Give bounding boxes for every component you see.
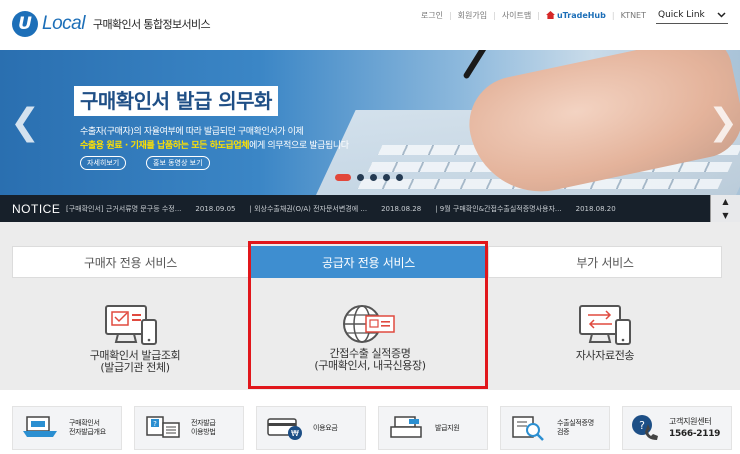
service-own-data-transfer[interactable]: 자사자료전송 (555, 350, 655, 362)
quick-link-line1: 고객지원센터 (669, 417, 712, 426)
quick-link-line1: 구매확인서 (69, 419, 100, 427)
divider: | (493, 10, 496, 20)
banner-text-line2: 수출용 원료 · 기재를 납품하는 모든 하도급업체에게 의무적으로 발급됩니다 (80, 138, 349, 151)
quick-link-customer-center[interactable]: ? 고객지원센터 1566-2119 (622, 406, 732, 450)
printer-icon (390, 416, 422, 438)
phone-help-icon: ? (632, 415, 658, 440)
banner-text-rest: 에게 의무적으로 발급됩니다 (249, 141, 349, 151)
ktnet-link[interactable]: KTNET (621, 11, 646, 20)
quick-link-line2: 전자발급개요 (69, 428, 106, 436)
notice-item[interactable]: | 9월 구매확인&간접수출실적증명사용자... 2018.08.20 (435, 204, 616, 214)
notice-date: 2018.08.28 (381, 204, 422, 213)
logo-text: Local (42, 13, 85, 34)
tab-additional-services[interactable]: 부가 서비스 (488, 246, 722, 278)
banner-title: 구매확인서 발급 의무화 (74, 86, 278, 116)
slide-dot-2[interactable] (357, 174, 364, 181)
customer-center-phone: 1566-2119 (669, 429, 721, 439)
service-purchase-confirm-inquiry[interactable]: 구매확인서 발급조회 (발급기관 전체) (60, 350, 210, 374)
monitor-phone-icon (105, 305, 157, 345)
home-icon (546, 11, 555, 19)
notice-date: 2018.09.05 (195, 204, 236, 213)
tab-buyer-services[interactable]: 구매자 전용 서비스 (12, 246, 249, 278)
quick-links-bar: 구매확인서 전자발급개요 ? 전자발급 이용방법 ₩ 이용요금 발급지원 수출실… (0, 390, 740, 454)
quick-link-line1: 이용요금 (313, 423, 338, 432)
detail-button[interactable]: 자세히보기 (80, 156, 127, 170)
header: U Local 구매확인서 통합정보서비스 로그인 | 회원가입 | 사이트맵 … (0, 0, 740, 50)
chevron-down-icon (717, 11, 726, 18)
document-stack-icon (23, 416, 57, 437)
quick-link-text: 구매확인서 전자발급개요 (69, 419, 106, 437)
prev-slide-arrow[interactable]: ❮ (10, 102, 40, 143)
quick-link-text: 전자발급 이용방법 (191, 419, 216, 437)
quick-link-overview[interactable]: 구매확인서 전자발급개요 (12, 406, 122, 450)
notice-bar: NOTICE [구매확인서] 근거서류명 문구등 수정... 2018.09.05… (0, 195, 740, 222)
quick-link-line1: 전자발급 (191, 419, 216, 427)
magnifier-document-icon (512, 416, 544, 441)
quick-link-text: 이용요금 (313, 424, 338, 433)
quick-link-export-verify[interactable]: 수출실적증명 검증 (500, 406, 610, 450)
site-logo[interactable]: U Local 구매확인서 통합정보서비스 (12, 11, 211, 37)
card-won-icon: ₩ (267, 418, 302, 440)
data-transfer-icon (579, 305, 631, 345)
highlight-annotation-box (248, 241, 488, 389)
notice-down-button[interactable]: ▼ (722, 211, 728, 220)
notice-item[interactable]: | 외상수출채권(O/A) 전자문서변경에 ... 2018.08.28 (250, 204, 422, 214)
utradehub-label: uTradeHub (556, 10, 606, 20)
svg-text:?: ? (639, 419, 645, 432)
quick-link-text: 발급지원 (435, 424, 460, 433)
quick-link-issue-support[interactable]: 발급지원 (378, 406, 488, 450)
quick-link-usage-guide[interactable]: ? 전자발급 이용방법 (134, 406, 244, 450)
slide-dot-4[interactable] (383, 174, 390, 181)
divider: | (537, 10, 540, 20)
service-label-line2: (발급기관 전체) (100, 361, 170, 374)
login-link[interactable]: 로그인 (421, 10, 443, 21)
service-label-line1: 자사자료전송 (575, 349, 635, 362)
svg-text:₩: ₩ (291, 429, 299, 438)
logo-subtitle: 구매확인서 통합정보서비스 (92, 18, 211, 31)
notice-text: [구매확인서] 근거서류명 문구등 수정... (66, 204, 182, 213)
quick-link-line1: 수출실적증명 (557, 419, 594, 427)
divider: | (448, 10, 452, 20)
quick-link-select[interactable]: Quick Link (656, 6, 728, 24)
quick-link-fees[interactable]: ₩ 이용요금 (256, 406, 366, 450)
quick-link-text: 고객지원센터 1566-2119 (669, 416, 720, 440)
help-screen-icon: ? (146, 416, 180, 438)
utradehub-link[interactable]: uTradeHub (546, 11, 606, 20)
top-nav: 로그인 | 회원가입 | 사이트맵 | uTradeHub | KTNET Qu… (421, 6, 728, 24)
next-slide-arrow[interactable]: ❯ (708, 102, 738, 143)
slide-dot-1[interactable] (335, 174, 351, 181)
quick-link-label: Quick Link (658, 9, 705, 20)
quick-link-text: 수출실적증명 검증 (557, 419, 594, 437)
slide-dot-5[interactable] (396, 174, 403, 181)
divider: | (611, 10, 615, 20)
notice-date: 2018.08.20 (575, 204, 616, 213)
slide-indicators (335, 174, 409, 181)
quick-link-line1: 발급지원 (435, 423, 460, 432)
banner-text-line1: 수출자(구매자)의 자율여부에 따라 발급되던 구매확인서가 이제 (80, 127, 304, 137)
hero-banner: ❮ ❯ 구매확인서 발급 의무화 수출자(구매자)의 자율여부에 따라 발급되던… (0, 50, 740, 195)
promo-video-button[interactable]: 홍보 동영상 보기 (146, 156, 210, 170)
notice-up-button[interactable]: ▲ (722, 197, 728, 206)
notice-scroll-control: ▲ ▼ (710, 195, 740, 222)
quick-link-line2: 검증 (557, 428, 570, 436)
notice-label: NOTICE (12, 201, 61, 216)
notice-item[interactable]: [구매확인서] 근거서류명 문구등 수정... 2018.09.05 (66, 204, 236, 214)
sitemap-link[interactable]: 사이트맵 (502, 10, 531, 21)
signup-link[interactable]: 회원가입 (458, 10, 487, 21)
slide-dot-3[interactable] (370, 174, 377, 181)
notice-text: | 9월 구매확인&간접수출실적증명사용자... (435, 204, 562, 213)
banner-highlight: 수출용 원료 · 기재를 납품하는 모든 하도급업체 (80, 141, 250, 151)
logo-u-icon: U (12, 11, 38, 37)
quick-link-line2: 이용방법 (191, 428, 216, 436)
notice-text: | 외상수출채권(O/A) 전자문서변경에 ... (249, 204, 368, 213)
svg-text:?: ? (153, 420, 157, 428)
